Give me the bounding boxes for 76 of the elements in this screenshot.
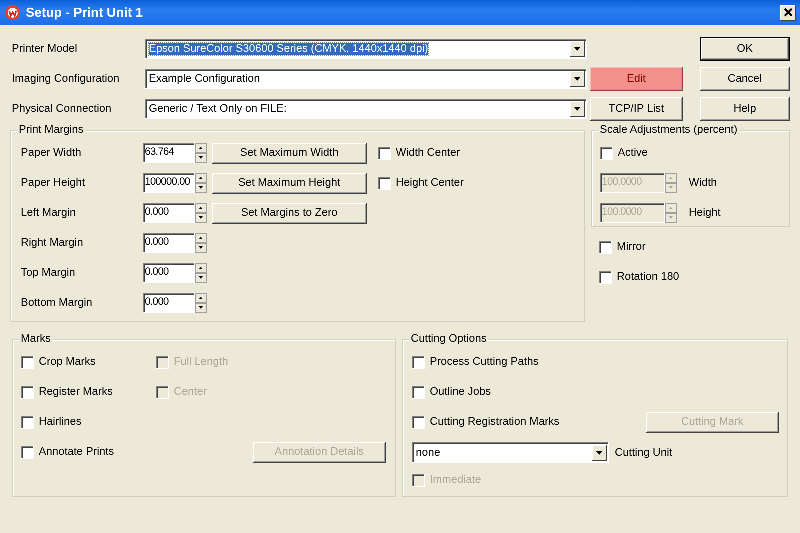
dropdown-button[interactable] <box>592 444 607 460</box>
edit-button[interactable]: Edit <box>590 66 683 90</box>
dropdown-button[interactable] <box>570 70 585 86</box>
dropdown[interactable]: Generic / Text Only on FILE: <box>145 98 587 118</box>
action-button[interactable]: Set Maximum Height <box>212 172 367 194</box>
group-title: Cutting Options <box>409 333 489 345</box>
window-title: Setup - Print Unit 1 <box>26 5 144 20</box>
spinner-icon[interactable] <box>195 263 207 283</box>
number-field[interactable]: 0.000 <box>143 263 195 283</box>
number-field[interactable]: 0.000 <box>143 233 195 253</box>
caret-icon <box>574 106 581 110</box>
dialog-button[interactable]: OK <box>700 36 790 60</box>
checkbox[interactable] <box>599 240 612 254</box>
field-label: Height <box>689 207 721 219</box>
field-label: Printer Model <box>11 42 78 54</box>
dialog-button[interactable]: Help <box>700 96 790 120</box>
caret-icon <box>574 76 581 80</box>
checkbox-label[interactable]: Height Center <box>396 177 464 189</box>
group-title: Scale Adjustments (percent) <box>598 124 740 136</box>
checkbox[interactable] <box>599 270 612 284</box>
dropdown-button[interactable] <box>570 100 585 116</box>
spinner-icon[interactable] <box>195 293 207 313</box>
field-label: Paper Width <box>21 147 83 159</box>
field-label: Imaging Configuration <box>11 72 121 84</box>
number-field[interactable]: 63.764 <box>143 143 195 163</box>
field-label: Right Margin <box>21 237 84 249</box>
spinner-icon[interactable] <box>195 173 207 193</box>
field-label: Bottom Margin <box>21 297 94 309</box>
dropdown[interactable]: Example Configuration <box>145 68 587 88</box>
number-field[interactable]: 100000.00 <box>143 173 195 193</box>
action-button[interactable]: Set Margins to Zero <box>212 202 367 224</box>
checkbox-label[interactable]: Outline Jobs <box>430 386 492 398</box>
checkbox[interactable] <box>21 416 34 428</box>
checkbox-label[interactable]: Annotate Prints <box>39 446 114 458</box>
checkbox[interactable] <box>412 386 425 398</box>
dialog-button[interactable]: Cancel <box>700 66 790 90</box>
checkbox[interactable] <box>600 146 614 160</box>
field-label: Physical Connection <box>11 102 113 114</box>
close-button[interactable] <box>780 4 796 20</box>
spinner-icon[interactable] <box>195 233 207 253</box>
close-icon <box>784 8 792 17</box>
field-label: Width <box>689 177 718 189</box>
checkbox[interactable] <box>21 386 34 398</box>
checkbox-label[interactable]: Crop Marks <box>39 356 96 368</box>
field-label: Top Margin <box>21 267 76 279</box>
action-button[interactable]: Set Maximum Width <box>212 142 367 164</box>
checkbox-label[interactable]: Cutting Registration Marks <box>430 416 560 428</box>
list-button[interactable]: TCP/IP List <box>590 96 683 120</box>
checkbox[interactable] <box>412 356 425 368</box>
checkbox[interactable] <box>21 446 34 458</box>
spinner-icon[interactable] <box>195 143 207 163</box>
checkbox-label[interactable]: Register Marks <box>39 386 113 398</box>
checkbox-label[interactable]: Active <box>618 147 648 159</box>
checkbox[interactable] <box>21 356 34 368</box>
field-label: Cutting Unit <box>615 446 672 458</box>
app-logo-icon <box>5 4 21 20</box>
checkbox-label[interactable]: Hairlines <box>39 416 82 428</box>
checkbox-label[interactable]: Process Cutting Paths <box>430 356 539 368</box>
dropdown[interactable]: Epson SureColor S30600 Series (CMYK, 1440x1440 dpi) <box>145 38 587 58</box>
checkbox[interactable] <box>412 416 425 428</box>
checkbox-label[interactable]: Mirror <box>617 241 646 253</box>
field-label: Paper Height <box>21 177 86 189</box>
checkbox[interactable] <box>378 176 391 190</box>
field-label: Left Margin <box>21 207 78 219</box>
spinner-icon[interactable] <box>195 203 207 223</box>
number-field[interactable]: 0.000 <box>143 293 195 313</box>
number-field[interactable]: 0.000 <box>143 203 195 223</box>
dropdown-button[interactable] <box>570 40 585 56</box>
group-title: Marks <box>19 333 53 345</box>
caret-icon <box>596 450 603 454</box>
group-title: Print Margins <box>17 124 86 136</box>
checkbox[interactable] <box>378 146 391 160</box>
dropdown[interactable]: none <box>412 442 609 463</box>
checkbox-label[interactable]: Rotation 180 <box>617 271 680 283</box>
caret-icon <box>574 46 581 50</box>
checkbox-label[interactable]: Width Center <box>396 147 460 159</box>
